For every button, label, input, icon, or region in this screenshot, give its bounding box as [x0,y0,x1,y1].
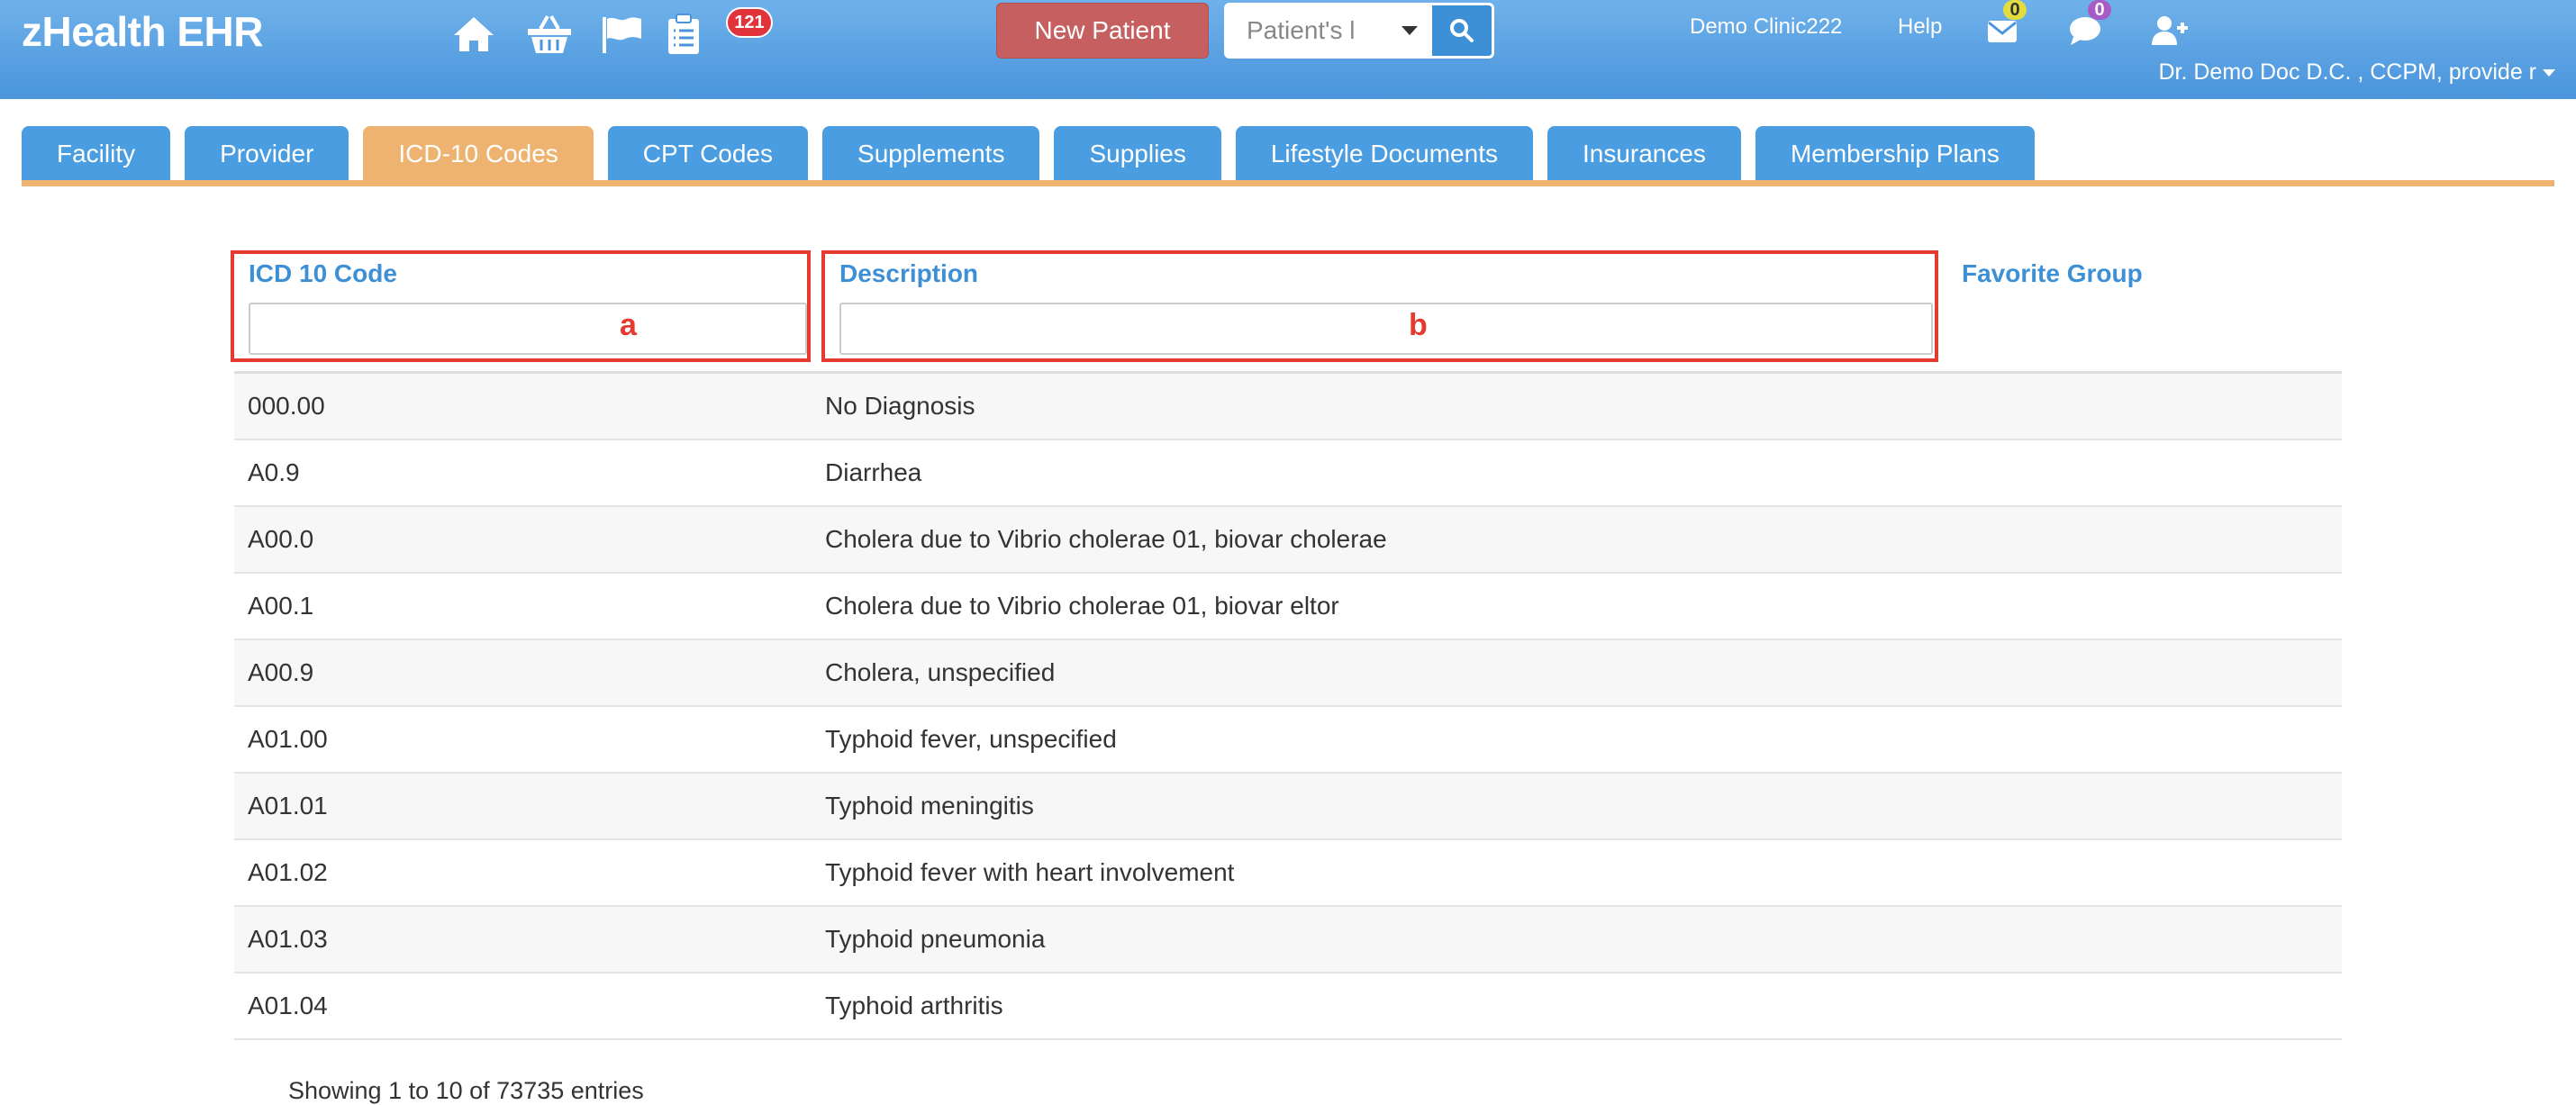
code-cell: A00.9 [248,658,314,686]
add-user-icon[interactable] [2151,9,2189,52]
code-cell: A01.03 [248,925,328,953]
tab-lifestyle-documents[interactable]: Lifestyle Documents [1235,126,1533,182]
settings-tabs: Facility Provider ICD-10 Codes CPT Codes… [22,126,2035,182]
tab-cpt-codes[interactable]: CPT Codes [607,126,809,182]
description-cell: Typhoid pneumonia [825,925,1046,953]
description-filter-input[interactable] [839,303,1933,355]
code-filter-marker: a [620,308,637,342]
description-cell: Typhoid fever with heart involvement [825,858,1235,886]
search-icon [1450,19,1474,42]
description-cell: Typhoid arthritis [825,992,1003,1019]
table-body: 000.00 No Diagnosis A0.9 Diarrhea A00.0 Cho… [234,371,2342,1040]
code-cell: A00.1 [248,592,314,620]
table-row[interactable]: A00.0 Cholera due to Vibrio cholerae 01, … [234,507,2342,574]
mail-count-badge: 0 [2003,0,2027,20]
table-row[interactable]: 000.00 No Diagnosis [234,374,2342,440]
table-row[interactable]: A01.02 Typhoid fever with heart involveme… [234,840,2342,907]
tab-membership-plans[interactable]: Membership Plans [1755,126,2035,182]
tab-facility[interactable]: Facility [22,126,171,182]
description-cell: Cholera, unspecified [825,658,1056,686]
description-cell: Typhoid fever, unspecified [825,725,1117,753]
table-entries-info: Showing 1 to 10 of 73735 entries [288,1077,644,1104]
chevron-down-icon[interactable] [1387,5,1432,56]
caret-down-icon [2543,68,2555,77]
table-row[interactable]: A0.9 Diarrhea [234,440,2342,507]
description-cell: Diarrhea [825,458,922,486]
code-cell: A01.02 [248,858,328,886]
column-header-description[interactable]: Description [839,259,978,288]
help-link[interactable]: Help [1898,14,1942,40]
patient-search [1224,3,1494,59]
clinic-link[interactable]: Demo Clinic222 [1690,14,1842,40]
description-cell: Cholera due to Vibrio cholerae 01, biova… [825,592,1339,620]
tab-icd10-codes[interactable]: ICD-10 Codes [363,126,594,182]
app-logo[interactable]: zHealth EHR [22,7,263,56]
code-filter-input[interactable] [249,303,807,355]
code-cell: A01.01 [248,792,328,820]
tab-supplements[interactable]: Supplements [822,126,1040,182]
home-icon[interactable] [452,13,495,56]
user-menu[interactable]: Dr. Demo Doc D.C. , CCPM, provide r [2158,59,2556,86]
table-row[interactable]: A01.00 Typhoid fever, unspecified [234,707,2342,774]
tab-underline [22,180,2554,186]
description-cell: No Diagnosis [825,392,975,420]
chat-count-badge: 0 [2088,0,2111,20]
user-name: Dr. Demo Doc D.C. , CCPM, provide r [2158,59,2536,85]
tab-insurances[interactable]: Insurances [1547,126,1741,182]
search-button[interactable] [1432,5,1492,56]
code-cell: A00.0 [248,525,314,553]
code-cell: A01.04 [248,992,328,1019]
column-header-code[interactable]: ICD 10 Code [249,259,397,288]
table-row[interactable]: A01.03 Typhoid pneumonia [234,907,2342,974]
code-cell: A0.9 [248,458,300,486]
notification-badge[interactable]: 121 [726,7,773,38]
code-cell: A01.00 [248,725,328,753]
description-cell: Typhoid meningitis [825,792,1034,820]
table-row[interactable]: A01.01 Typhoid meningitis [234,774,2342,840]
column-header-favorite-group[interactable]: Favorite Group [1962,259,2143,288]
flag-icon[interactable] [600,13,643,56]
code-cell: 000.00 [248,392,325,420]
patient-search-input[interactable] [1227,5,1387,56]
new-patient-button[interactable]: New Patient [996,3,1209,59]
basket-icon[interactable] [526,13,573,56]
table-row[interactable]: A01.04 Typhoid arthritis [234,974,2342,1040]
top-navbar: zHealth EHR 121 New Patient Demo Clinic2… [0,0,2576,99]
tab-provider[interactable]: Provider [185,126,349,182]
clipboard-icon[interactable] [667,13,701,56]
table-row[interactable]: A00.9 Cholera, unspecified [234,640,2342,707]
description-filter-marker: b [1409,308,1428,342]
description-cell: Cholera due to Vibrio cholerae 01, biova… [825,525,1387,553]
table-row[interactable]: A00.1 Cholera due to Vibrio cholerae 01, … [234,574,2342,640]
tab-supplies[interactable]: Supplies [1054,126,1221,182]
